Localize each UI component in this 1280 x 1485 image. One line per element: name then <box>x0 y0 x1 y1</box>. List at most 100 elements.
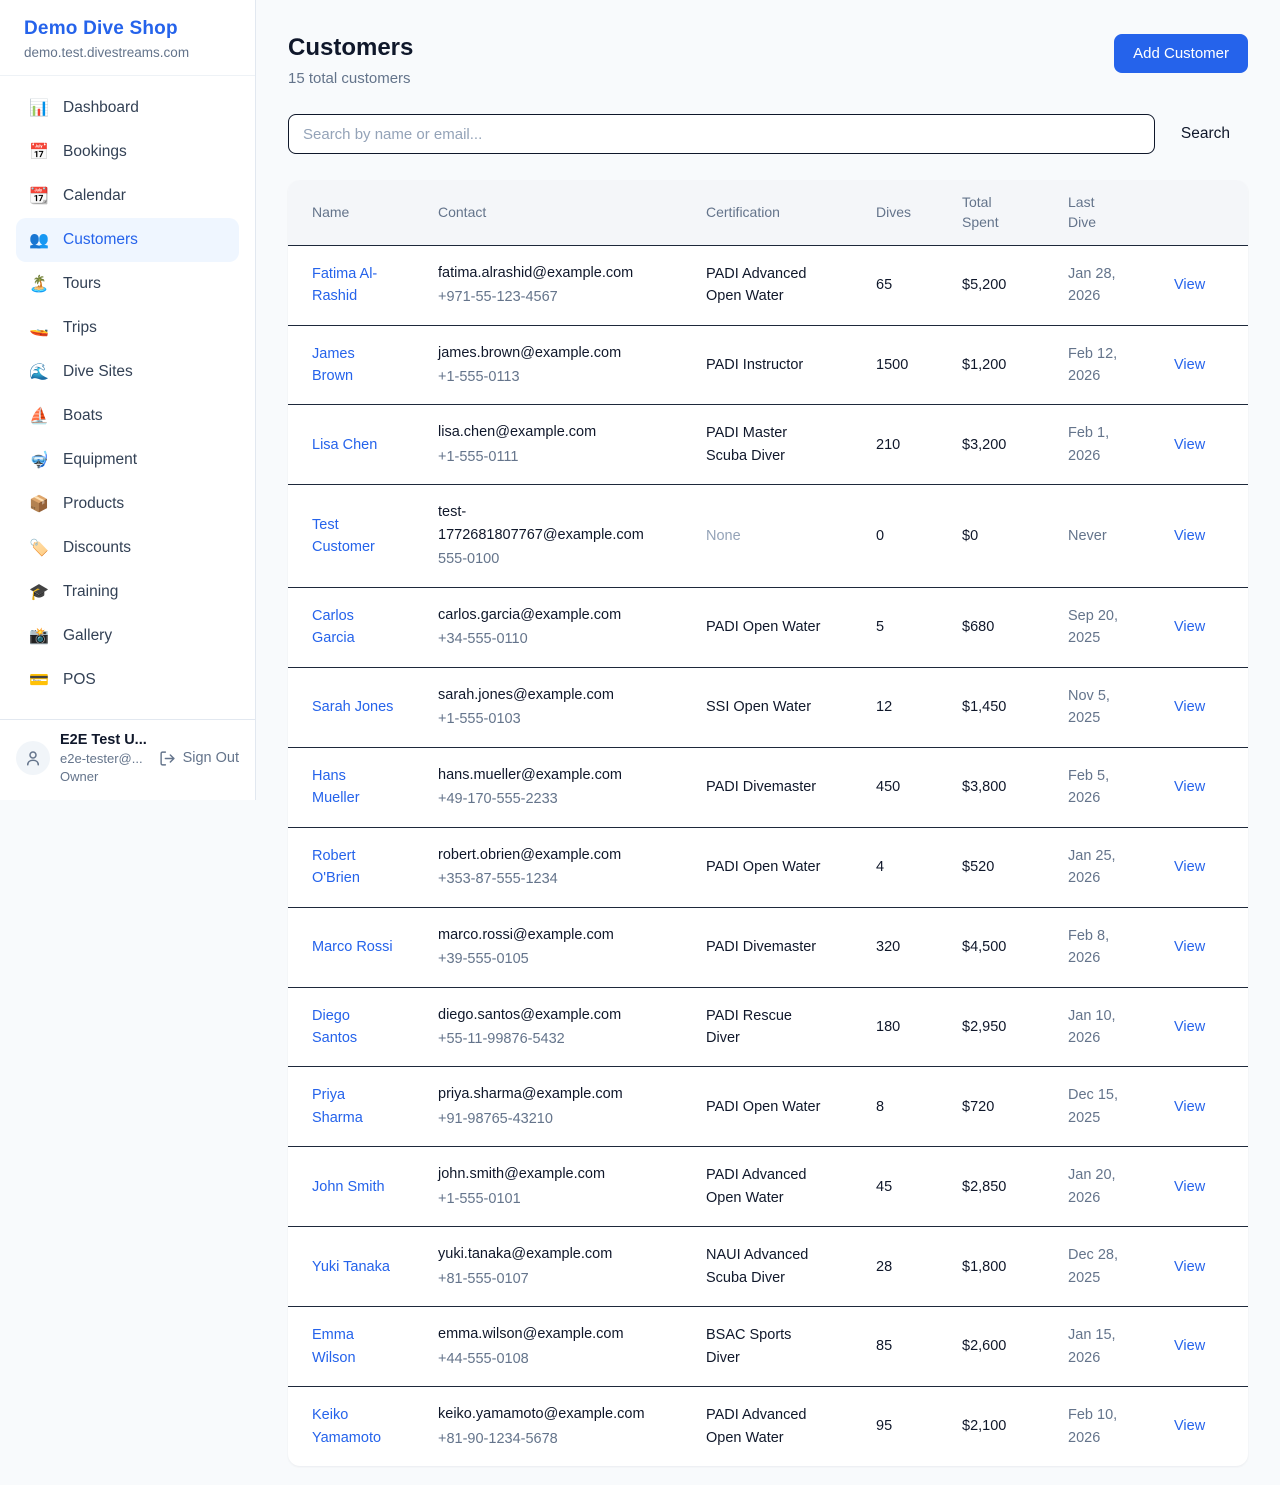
view-customer-link[interactable]: View <box>1174 779 1205 795</box>
customer-dives: 65 <box>876 245 962 325</box>
customer-phone: +1-555-0113 <box>438 366 658 388</box>
sidebar-item-pos[interactable]: 💳POS <box>16 658 239 702</box>
sidebar-item-bookings[interactable]: 📅Bookings <box>16 130 239 174</box>
user-icon <box>24 749 42 767</box>
search-input[interactable] <box>288 114 1155 154</box>
sidebar-item-calendar[interactable]: 📆Calendar <box>16 174 239 218</box>
sidebar-item-customers[interactable]: 👥Customers <box>16 218 239 262</box>
sidebar-item-tours[interactable]: 🏝️Tours <box>16 262 239 306</box>
main-content: Customers 15 total customers Add Custome… <box>256 0 1280 1466</box>
sidebar-item-training[interactable]: 🎓Training <box>16 570 239 614</box>
search-button[interactable]: Search <box>1155 125 1230 143</box>
view-customer-link[interactable]: View <box>1174 1259 1205 1275</box>
sidebar-item-gallery[interactable]: 📸Gallery <box>16 614 239 658</box>
sidebar-item-dive-sites[interactable]: 🌊Dive Sites <box>16 350 239 394</box>
sidebar-item-trips[interactable]: 🚤Trips <box>16 306 239 350</box>
sidebar-item-label: Boats <box>63 407 103 425</box>
customer-last-dive: Feb 1, 2026 <box>1068 422 1130 467</box>
customer-dives: 95 <box>876 1387 962 1466</box>
table-row: Marco Rossimarco.rossi@example.com+39-55… <box>288 907 1248 987</box>
view-customer-link[interactable]: View <box>1174 939 1205 955</box>
sidebar-item-label: Discounts <box>63 539 131 557</box>
table-row: James Brownjames.brown@example.com+1-555… <box>288 325 1248 405</box>
customer-dives: 28 <box>876 1227 962 1307</box>
sidebar-item-boats[interactable]: ⛵ Boats <box>16 394 239 438</box>
view-customer-link[interactable]: View <box>1174 1019 1205 1035</box>
equipment-icon: 🤿 <box>28 450 50 470</box>
view-customer-link[interactable]: View <box>1174 1418 1205 1434</box>
customer-name-link[interactable]: Diego Santos <box>312 1005 396 1050</box>
customer-name-link[interactable]: John Smith <box>312 1176 385 1198</box>
table-row: Yuki Tanakayuki.tanaka@example.com+81-55… <box>288 1227 1248 1307</box>
table-row: Emma Wilsonemma.wilson@example.com+44-55… <box>288 1307 1248 1387</box>
customer-phone: +39-555-0105 <box>438 948 658 970</box>
customer-name-link[interactable]: Sarah Jones <box>312 696 393 718</box>
sidebar-item-equipment[interactable]: 🤿Equipment <box>16 438 239 482</box>
view-customer-link[interactable]: View <box>1174 1338 1205 1354</box>
sidebar-nav: 📊 Dashboard 📅Bookings📆Calendar👥Customers🏝️… <box>0 76 255 702</box>
sidebar-item-dashboard[interactable]: 📊 Dashboard <box>16 86 239 130</box>
column-header-name: Name <box>288 180 438 245</box>
customer-last-dive: Feb 10, 2026 <box>1068 1404 1130 1449</box>
sidebar-item-products[interactable]: 📦Products <box>16 482 239 526</box>
view-customer-link[interactable]: View <box>1174 619 1205 635</box>
view-customer-link[interactable]: View <box>1174 1099 1205 1115</box>
sign-out-button[interactable]: Sign Out <box>159 750 239 767</box>
view-customer-link[interactable]: View <box>1174 1179 1205 1195</box>
customer-total-spent: $680 <box>962 587 1068 667</box>
customer-name-link[interactable]: Hans Mueller <box>312 765 396 810</box>
customer-email: carlos.garcia@example.com <box>438 604 658 626</box>
customer-name-link[interactable]: Robert O'Brien <box>312 845 396 890</box>
sidebar-user-section: E2E Test U... e2e-tester@... Owner Sign … <box>0 719 255 800</box>
avatar <box>16 741 50 775</box>
sidebar-item-discounts[interactable]: 🏷️Discounts <box>16 526 239 570</box>
customer-name-link[interactable]: Yuki Tanaka <box>312 1256 390 1278</box>
dashboard-icon: 📊 <box>28 98 50 118</box>
sidebar-item-label: Dive Sites <box>63 363 133 381</box>
customer-table-body: Fatima Al-Rashidfatima.alrashid@example.… <box>288 245 1248 1466</box>
customer-email: test-1772681807767@example.com <box>438 501 658 546</box>
customer-name-link[interactable]: Lisa Chen <box>312 434 377 456</box>
column-header-last-dive: Last Dive <box>1068 180 1174 245</box>
customer-name-link[interactable]: Emma Wilson <box>312 1324 396 1369</box>
calendar-icon: 📆 <box>28 186 50 206</box>
customer-name-link[interactable]: Carlos Garcia <box>312 605 396 650</box>
customer-last-dive: Never <box>1068 525 1107 547</box>
customer-dives: 12 <box>876 667 962 747</box>
view-customer-link[interactable]: View <box>1174 437 1205 453</box>
add-customer-button[interactable]: Add Customer <box>1114 34 1248 73</box>
column-header-dives: Dives <box>876 180 962 245</box>
view-customer-link[interactable]: View <box>1174 699 1205 715</box>
customer-name-link[interactable]: Priya Sharma <box>312 1084 396 1129</box>
customer-name-link[interactable]: Keiko Yamamoto <box>312 1404 396 1449</box>
customer-email: emma.wilson@example.com <box>438 1323 658 1345</box>
view-customer-link[interactable]: View <box>1174 277 1205 293</box>
customer-name-link[interactable]: Fatima Al-Rashid <box>312 263 396 308</box>
customer-email: john.smith@example.com <box>438 1163 658 1185</box>
customer-name-link[interactable]: Marco Rossi <box>312 936 393 958</box>
page-header: Customers 15 total customers Add Custome… <box>288 34 1248 87</box>
user-role: Owner <box>60 769 149 784</box>
customer-total-spent: $3,800 <box>962 747 1068 827</box>
boats-icon: ⛵ <box>28 406 50 426</box>
table-row: Test Customer test-1772681807767@example.… <box>288 485 1248 587</box>
sidebar-item-label: Dashboard <box>63 99 139 117</box>
customer-total-spent: $720 <box>962 1067 1068 1147</box>
customer-email: lisa.chen@example.com <box>438 421 658 443</box>
search-bar: Search <box>288 114 1248 154</box>
view-customer-link[interactable]: View <box>1174 528 1205 544</box>
customer-certification: BSAC Sports Diver <box>706 1324 824 1369</box>
view-customer-link[interactable]: View <box>1174 859 1205 875</box>
trips-icon: 🚤 <box>28 318 50 338</box>
sign-out-label: Sign Out <box>183 750 239 766</box>
customer-dives: 180 <box>876 987 962 1067</box>
customer-last-dive: Dec 15, 2025 <box>1068 1084 1130 1129</box>
shop-name[interactable]: Demo Dive Shop <box>24 18 231 40</box>
products-icon: 📦 <box>28 494 50 514</box>
customer-phone: +49-170-555-2233 <box>438 788 658 810</box>
customer-phone: +1-555-0101 <box>438 1188 658 1210</box>
view-customer-link[interactable]: View <box>1174 357 1205 373</box>
customer-email: diego.santos@example.com <box>438 1004 658 1026</box>
customer-name-link[interactable]: James Brown <box>312 343 396 388</box>
customer-name-link[interactable]: Test Customer <box>312 514 396 559</box>
